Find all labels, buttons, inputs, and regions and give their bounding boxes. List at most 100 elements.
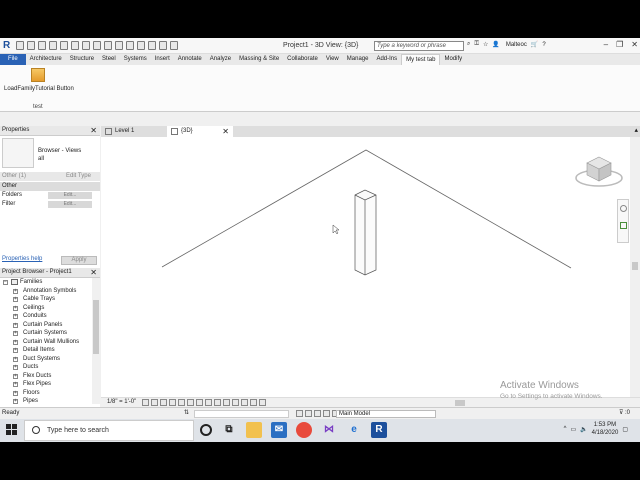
tree-item[interactable]: + Pipes xyxy=(0,397,92,406)
apply-button[interactable]: Apply xyxy=(61,256,97,265)
expand-icon[interactable]: + xyxy=(13,331,18,336)
worksharing-icon[interactable] xyxy=(232,399,239,406)
clock[interactable]: 1:53 PM 4/18/2020 xyxy=(592,421,619,437)
tag-icon[interactable] xyxy=(104,41,112,50)
render-icon[interactable] xyxy=(178,399,185,406)
sun-path-icon[interactable] xyxy=(160,399,167,406)
expand-icon[interactable]: + xyxy=(13,297,18,302)
subscription-icon[interactable]: ⚿ xyxy=(474,41,479,48)
open-icon[interactable] xyxy=(16,41,24,50)
editable-only-icon[interactable] xyxy=(296,410,303,417)
save-icon[interactable] xyxy=(27,41,35,50)
view-horizontal-scrollbar[interactable] xyxy=(300,399,630,407)
expand-icon[interactable]: + xyxy=(13,365,18,370)
expand-icon[interactable]: + xyxy=(13,305,18,311)
minimize-icon[interactable]: – xyxy=(604,40,608,49)
cortana-icon[interactable] xyxy=(200,424,212,436)
volume-icon[interactable]: 🔈 xyxy=(580,426,587,433)
edit-button[interactable]: Edit... xyxy=(48,201,92,208)
navigation-bar[interactable] xyxy=(617,199,629,243)
tree-item[interactable]: + Flex Pipes xyxy=(0,380,92,389)
view-scale[interactable]: 1/8" = 1'-0" xyxy=(107,398,136,407)
view-vertical-scrollbar[interactable] xyxy=(630,137,640,397)
edit-type-button[interactable]: Edit Type xyxy=(66,172,91,181)
tab-3d[interactable]: {3D} ✕ xyxy=(167,126,233,137)
user-icon[interactable]: 👤 xyxy=(492,41,499,48)
tab-file[interactable]: File xyxy=(0,54,26,65)
expand-icon[interactable]: + xyxy=(13,322,18,328)
tab-level-1[interactable]: Level 1 xyxy=(101,126,167,137)
close-icon[interactable]: ✕ xyxy=(90,126,97,135)
user-name[interactable]: Malteoc xyxy=(506,42,527,48)
visual-studio-icon[interactable]: ⋈ xyxy=(321,422,337,438)
load-family-button[interactable]: LoadFamilyTutorial Button xyxy=(4,86,74,92)
text-icon[interactable] xyxy=(115,41,123,50)
thin-lines-icon[interactable] xyxy=(148,41,156,50)
design-options-icon[interactable] xyxy=(305,410,312,417)
tab-view[interactable]: View xyxy=(322,54,343,65)
sync-icon[interactable] xyxy=(38,41,46,50)
steering-wheel-icon[interactable] xyxy=(620,205,627,212)
close-icon[interactable]: ✕ xyxy=(222,126,229,137)
tree-item[interactable]: + Detail Items xyxy=(0,346,92,355)
tree-item[interactable]: + Floors xyxy=(0,389,92,398)
underlay-icon[interactable] xyxy=(323,410,330,417)
expand-icon[interactable]: + xyxy=(13,390,18,396)
measure-icon[interactable] xyxy=(82,41,90,50)
print-icon[interactable] xyxy=(71,41,79,50)
tree-item[interactable]: + Duct Systems xyxy=(0,355,92,364)
reveal-hidden-icon[interactable] xyxy=(223,399,230,406)
temp-hide-icon[interactable] xyxy=(214,399,221,406)
tree-item[interactable]: + Ceilings xyxy=(0,304,92,313)
constraints-icon[interactable] xyxy=(259,399,266,406)
dimension-icon[interactable] xyxy=(93,41,101,50)
links-icon[interactable] xyxy=(314,410,321,417)
cart-icon[interactable]: 🛒 xyxy=(531,41,538,48)
highlight-icon[interactable] xyxy=(250,399,257,406)
tree-item[interactable]: + Conduits xyxy=(0,312,92,321)
close-icon[interactable]: ✕ xyxy=(90,268,97,277)
visual-style-icon[interactable] xyxy=(151,399,158,406)
close-icon[interactable]: ✕ xyxy=(631,40,638,49)
task-view-icon[interactable]: ⧉ xyxy=(221,422,237,438)
notifications-icon[interactable]: ▢ xyxy=(622,426,628,433)
search-icon[interactable]: ⌕ xyxy=(467,41,470,48)
tab-collaborate[interactable]: Collaborate xyxy=(283,54,322,65)
restore-icon[interactable]: ❐ xyxy=(616,40,623,49)
tab-massing-site[interactable]: Massing & Site xyxy=(235,54,283,65)
expand-icon[interactable]: + xyxy=(13,288,18,294)
redo-icon[interactable] xyxy=(60,41,68,50)
collapse-icon[interactable]: − xyxy=(3,280,8,285)
tree-item[interactable]: + Flex Ducts xyxy=(0,372,92,381)
mail-icon[interactable]: ✉ xyxy=(271,422,287,438)
tab-steel[interactable]: Steel xyxy=(98,54,120,65)
expand-icon[interactable]: + xyxy=(13,314,18,319)
expand-icon[interactable]: + xyxy=(13,382,18,387)
chevron-up-icon[interactable]: ^ xyxy=(564,426,567,432)
edit-button[interactable]: Edit... xyxy=(48,192,92,199)
properties-help-link[interactable]: Properties help xyxy=(2,256,42,262)
viewcube[interactable] xyxy=(574,154,624,190)
section-icon[interactable] xyxy=(137,41,145,50)
tree-item[interactable]: + Ducts xyxy=(0,363,92,372)
detail-level-icon[interactable] xyxy=(142,399,149,406)
tree-item[interactable]: + Annotation Symbols xyxy=(0,287,92,296)
expand-icon[interactable]: + xyxy=(13,373,18,379)
lock-view-icon[interactable] xyxy=(205,399,212,406)
type-selector[interactable]: Browser - Views all xyxy=(38,147,81,163)
expand-icon[interactable]: + xyxy=(13,339,18,345)
load-family-button-icon[interactable] xyxy=(31,68,45,82)
section-other[interactable]: Other xyxy=(0,182,100,191)
tab-add-ins[interactable]: Add-Ins xyxy=(372,54,401,65)
active-model-select[interactable]: Main Model xyxy=(336,410,436,418)
windows-start-icon[interactable] xyxy=(6,424,18,436)
expand-icon[interactable]: + xyxy=(13,356,18,362)
scroll-thumb[interactable] xyxy=(93,300,99,354)
revit-logo[interactable]: R xyxy=(3,40,13,51)
tree-root[interactable]: − Families xyxy=(0,278,92,287)
search-input[interactable]: Type a keyword or phrase xyxy=(374,41,464,51)
close-hidden-icon[interactable] xyxy=(159,41,167,50)
tree-item[interactable]: + Cable Trays xyxy=(0,295,92,304)
tab-menu-icon[interactable]: ▴ xyxy=(634,126,638,134)
shadows-icon[interactable] xyxy=(169,399,176,406)
